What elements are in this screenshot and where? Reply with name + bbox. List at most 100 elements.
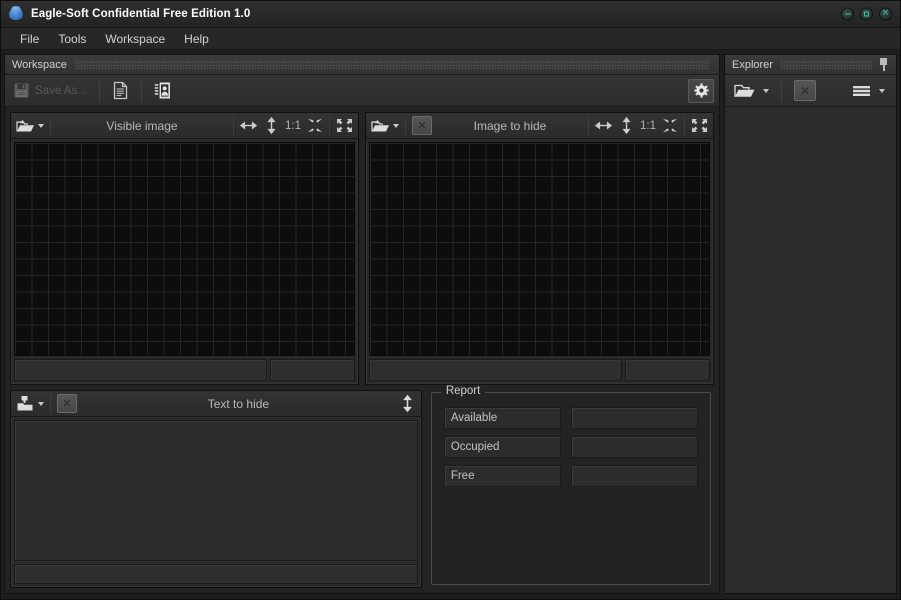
report-label-occupied: Occupied [444, 436, 561, 458]
text-to-hide-toolbar: ✕ Text to hide [11, 391, 421, 417]
panel-separator [684, 116, 685, 136]
open-visible-image-button[interactable] [13, 115, 47, 137]
close-icon: ✕ [412, 116, 432, 135]
open-image-folder-icon [371, 118, 390, 133]
workspace-dock-panel: Workspace Save As... [4, 54, 720, 594]
zoom-actual-size-button[interactable]: 1:1 [637, 115, 659, 137]
fit-width-button[interactable] [592, 115, 615, 137]
clear-hidden-image-button[interactable]: ✕ [409, 115, 435, 137]
fit-height-icon [621, 117, 632, 134]
expand-arrows-icon [336, 118, 353, 133]
main-body: Workspace Save As... [1, 50, 900, 599]
hidden-image-statusbar [369, 359, 710, 381]
menu-bar: File Tools Workspace Help [1, 28, 900, 50]
explorer-dock-header[interactable]: Explorer [725, 55, 896, 75]
text-to-hide-title: Text to hide [80, 397, 397, 411]
visible-image-title: Visible image [54, 119, 230, 133]
hidden-image-status-left [369, 359, 622, 381]
fit-page-button[interactable] [304, 115, 326, 137]
new-document-button[interactable] [107, 78, 134, 104]
toolbar-separator-2 [141, 79, 142, 103]
hidden-image-canvas[interactable] [369, 142, 710, 356]
text-to-hide-input[interactable] [14, 420, 418, 561]
workspace-dock-header[interactable]: Workspace [5, 55, 719, 75]
panel-separator [588, 116, 589, 136]
explorer-open-folder-button[interactable] [729, 78, 774, 104]
visible-image-panel: Visible image [10, 112, 359, 385]
explorer-dock-title: Explorer [732, 59, 773, 71]
document-icon [112, 81, 129, 100]
menu-item-tools[interactable]: Tools [49, 30, 95, 48]
close-icon: ✕ [794, 80, 816, 101]
shrink-arrows-icon [307, 118, 323, 133]
gear-icon [694, 83, 709, 98]
fit-height-button[interactable] [615, 115, 637, 137]
workspace-drag-grip[interactable] [75, 60, 709, 69]
save-as-button[interactable]: Save As... [8, 78, 92, 104]
hidden-image-panel: ✕ Image to hide [365, 112, 714, 385]
hamburger-menu-icon [852, 84, 871, 98]
image-panels-row: Visible image [10, 112, 714, 385]
canvas-grid-background [15, 143, 354, 355]
open-text-file-icon [16, 395, 35, 412]
fit-width-icon [595, 119, 612, 132]
save-as-label: Save As... [35, 85, 87, 97]
visible-image-canvas[interactable] [14, 142, 355, 356]
open-image-folder-icon [16, 118, 35, 133]
maximize-button[interactable] [860, 8, 873, 21]
report-value-occupied [571, 436, 698, 458]
workspace-content: Visible image [5, 107, 719, 593]
fit-height-icon [266, 117, 277, 134]
toolbar-separator-1 [99, 79, 100, 103]
fullscreen-button[interactable] [688, 115, 711, 137]
contacts-button[interactable] [149, 78, 178, 104]
text-panel-resize-handle[interactable] [397, 393, 419, 415]
open-folder-icon [734, 83, 755, 98]
clear-text-button[interactable]: ✕ [54, 393, 80, 415]
chevron-down-icon [38, 124, 44, 128]
explorer-menu-button[interactable] [847, 78, 890, 104]
close-button[interactable]: ✕ [879, 8, 892, 21]
pin-icon[interactable] [878, 58, 890, 71]
zoom-actual-label: 1:1 [285, 120, 301, 132]
address-book-icon [154, 81, 173, 100]
text-to-hide-panel: ✕ Text to hide [10, 390, 422, 588]
chevron-down-icon [38, 402, 44, 406]
menu-item-file[interactable]: File [11, 30, 48, 48]
hidden-image-title: Image to hide [435, 119, 585, 133]
hidden-image-status-right [625, 359, 710, 381]
explorer-file-list[interactable] [725, 107, 896, 593]
visible-image-status-left [14, 359, 267, 381]
shrink-arrows-icon [662, 118, 678, 133]
workspace-toolbar: Save As... [5, 75, 719, 107]
fit-height-button[interactable] [260, 115, 282, 137]
panel-separator [233, 116, 234, 136]
application-window: Eagle-Soft Confidential Free Edition 1.0… [0, 0, 901, 600]
floppy-disk-icon [13, 82, 30, 99]
explorer-drag-grip[interactable] [781, 60, 872, 69]
chevron-down-icon [393, 124, 399, 128]
menu-item-workspace[interactable]: Workspace [96, 30, 174, 48]
canvas-grid-background [370, 143, 709, 355]
workspace-settings-button[interactable] [688, 79, 714, 103]
zoom-actual-size-button[interactable]: 1:1 [282, 115, 304, 137]
visible-image-statusbar [14, 359, 355, 381]
explorer-dock-panel: Explorer ✕ [724, 54, 897, 594]
open-text-file-button[interactable] [13, 393, 47, 415]
explorer-clear-button[interactable]: ✕ [789, 78, 821, 104]
chevron-down-icon [763, 89, 769, 93]
panel-separator [329, 116, 330, 136]
text-to-hide-statusbar [14, 564, 418, 584]
report-legend: Report [441, 385, 486, 397]
report-value-free [571, 465, 698, 487]
hidden-image-zoom-group: 1:1 [592, 115, 681, 137]
fit-page-button[interactable] [659, 115, 681, 137]
menu-item-help[interactable]: Help [175, 30, 218, 48]
fullscreen-button[interactable] [333, 115, 356, 137]
report-label-free: Free [444, 465, 561, 487]
window-controls: ✕ [841, 8, 892, 21]
fit-width-button[interactable] [237, 115, 260, 137]
report-row-free: Free [444, 465, 698, 487]
minimize-button[interactable] [841, 8, 854, 21]
open-hidden-image-button[interactable] [368, 115, 402, 137]
